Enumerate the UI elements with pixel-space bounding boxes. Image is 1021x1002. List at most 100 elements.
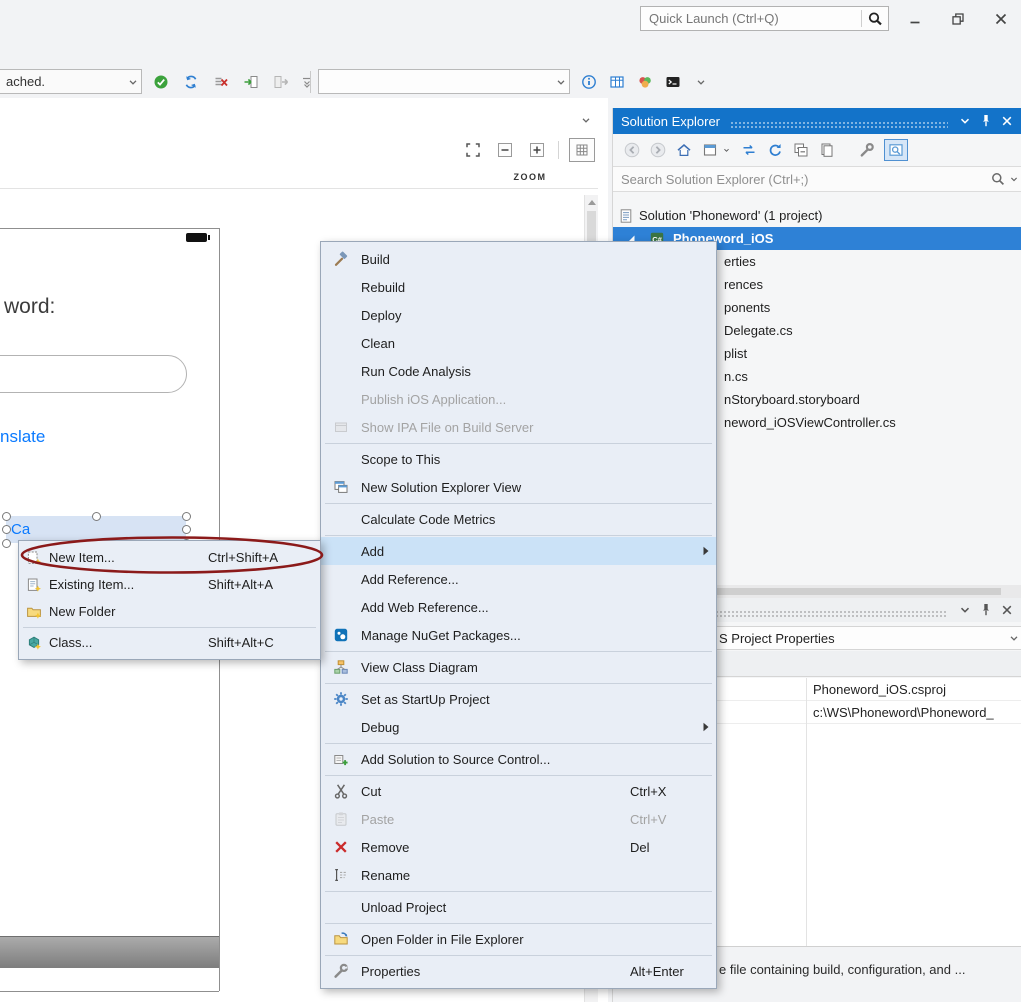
zoom-out-icon[interactable]	[494, 138, 516, 162]
selection-handle[interactable]	[2, 512, 11, 521]
wrench-icon	[321, 963, 361, 979]
copy-page-icon[interactable]	[818, 139, 836, 161]
close-icon[interactable]	[996, 600, 1017, 620]
menu-item-rebuild[interactable]: Rebuild	[321, 273, 716, 301]
tree-item-label: n.cs	[724, 365, 748, 388]
menu-item-clean[interactable]: Clean	[321, 329, 716, 357]
toolbar-overflow-icon[interactable]	[298, 70, 316, 94]
menu-item-new-solution-explorer-view[interactable]: New Solution Explorer View	[321, 473, 716, 501]
zoom-in-icon[interactable]	[526, 138, 548, 162]
wrench-small-icon[interactable]	[858, 139, 876, 161]
toolbar-combo[interactable]	[318, 69, 570, 94]
selection-handle[interactable]	[182, 512, 191, 521]
menu-separator	[325, 891, 712, 892]
dropdown-caret-icon[interactable]	[688, 70, 714, 94]
chevron-down-icon[interactable]	[124, 74, 141, 90]
menu-item-shortcut: Alt+Enter	[630, 964, 696, 979]
minimize-button[interactable]	[901, 8, 929, 30]
tree-item-label: nStoryboard.storyboard	[724, 388, 860, 411]
zoom-label: ZOOM	[470, 172, 590, 182]
menu-item-manage-nuget-packages[interactable]: Manage NuGet Packages...	[321, 621, 716, 649]
selection-handle[interactable]	[92, 512, 101, 521]
menu-item-add[interactable]: Add	[321, 537, 716, 565]
menu-item-label: View Class Diagram	[361, 660, 630, 675]
menu-item-label: Manage NuGet Packages...	[361, 628, 630, 643]
export-item-disabled-icon[interactable]	[268, 70, 294, 94]
preview-selected-icon[interactable]	[884, 139, 908, 161]
scope-icon[interactable]	[701, 139, 719, 161]
menu-item-open-folder-in-file-explorer[interactable]: Open Folder in File Explorer	[321, 925, 716, 953]
status-ok-icon[interactable]	[148, 70, 174, 94]
menu-item-new-folder[interactable]: New Folder	[19, 598, 320, 625]
add-submenu: New Item...Ctrl+Shift+AExisting Item...S…	[18, 540, 321, 660]
close-icon[interactable]	[996, 111, 1017, 131]
chevron-down-icon[interactable]	[954, 111, 975, 131]
chevron-down-icon[interactable]	[578, 112, 594, 128]
chevron-down-icon[interactable]	[1007, 167, 1021, 191]
import-item-icon[interactable]	[238, 70, 264, 94]
quick-launch-box[interactable]: Quick Launch (Ctrl+Q)	[640, 6, 889, 31]
data-grid-icon[interactable]	[604, 70, 630, 94]
sync-active-icon[interactable]	[740, 139, 758, 161]
menu-item-deploy[interactable]: Deploy	[321, 301, 716, 329]
collapse-all-icon[interactable]	[792, 139, 810, 161]
menu-item-properties[interactable]: PropertiesAlt+Enter	[321, 957, 716, 985]
selection-handle[interactable]	[2, 539, 11, 548]
pin-icon[interactable]	[975, 600, 996, 620]
panel-title-text: Solution Explorer	[621, 114, 720, 129]
scope-caret-icon[interactable]	[721, 139, 732, 161]
menu-item-add-solution-to-source-control[interactable]: Add Solution to Source Control...	[321, 745, 716, 773]
chevron-down-icon[interactable]	[1005, 630, 1021, 646]
menu-item-scope-to-this[interactable]: Scope to This	[321, 445, 716, 473]
extension-sphere-icon[interactable]	[632, 70, 658, 94]
info-icon[interactable]	[576, 70, 602, 94]
tree-item-solution-phoneword-1-project[interactable]: Solution 'Phoneword' (1 project)	[613, 204, 1021, 227]
forward-icon[interactable]	[649, 139, 667, 161]
menu-item-view-class-diagram[interactable]: View Class Diagram	[321, 653, 716, 681]
back-icon[interactable]	[623, 139, 641, 161]
tree-item-label: neword_iOSViewController.cs	[724, 411, 896, 434]
selection-handle[interactable]	[2, 525, 11, 534]
selection-handle[interactable]	[182, 525, 191, 534]
fit-screen-icon[interactable]	[462, 138, 484, 162]
menu-item-set-as-startup-project[interactable]: Set as StartUp Project	[321, 685, 716, 713]
menu-item-calculate-code-metrics[interactable]: Calculate Code Metrics	[321, 505, 716, 533]
console-icon[interactable]	[660, 70, 686, 94]
menu-item-cut[interactable]: CutCtrl+X	[321, 777, 716, 805]
menu-item-new-item[interactable]: New Item...Ctrl+Shift+A	[19, 544, 320, 571]
tree-item-label: ponents	[724, 296, 770, 319]
menu-item-shortcut: Ctrl+X	[630, 784, 696, 799]
menu-item-add-reference[interactable]: Add Reference...	[321, 565, 716, 593]
solution-search-box[interactable]: Search Solution Explorer (Ctrl+;)	[613, 166, 1021, 192]
menu-item-label: Deploy	[361, 308, 630, 323]
refresh-small-icon[interactable]	[766, 139, 784, 161]
close-button[interactable]	[986, 8, 1016, 30]
phone-number-field[interactable]	[0, 355, 187, 393]
menu-item-shortcut: Shift+Alt+C	[208, 635, 312, 650]
search-icon[interactable]	[862, 11, 888, 27]
menu-item-label: Add Solution to Source Control...	[361, 752, 630, 767]
chevron-down-icon[interactable]	[552, 74, 569, 90]
menu-item-class[interactable]: Class...Shift+Alt+C	[19, 629, 320, 656]
menu-item-label: Scope to This	[361, 452, 630, 467]
toolbar-separator	[558, 141, 559, 159]
restore-button[interactable]	[944, 8, 972, 30]
menu-item-rename[interactable]: Rename	[321, 861, 716, 889]
menu-item-debug[interactable]: Debug	[321, 713, 716, 741]
device-combo[interactable]: ached.	[0, 69, 142, 94]
clear-list-icon[interactable]	[208, 70, 234, 94]
menu-item-remove[interactable]: RemoveDel	[321, 833, 716, 861]
home-icon[interactable]	[675, 139, 693, 161]
menu-item-add-web-reference[interactable]: Add Web Reference...	[321, 593, 716, 621]
menu-item-unload-project[interactable]: Unload Project	[321, 893, 716, 921]
scrollbar-up-arrow-icon[interactable]	[588, 200, 596, 205]
menu-item-existing-item[interactable]: Existing Item...Shift+Alt+A	[19, 571, 320, 598]
refresh-circle-icon[interactable]	[178, 70, 204, 94]
translate-button[interactable]: nslate	[0, 427, 45, 447]
search-icon[interactable]	[989, 167, 1007, 191]
chevron-down-icon[interactable]	[954, 600, 975, 620]
actual-size-icon[interactable]	[569, 138, 595, 162]
menu-item-build[interactable]: Build	[321, 245, 716, 273]
pin-icon[interactable]	[975, 111, 996, 131]
menu-item-run-code-analysis[interactable]: Run Code Analysis	[321, 357, 716, 385]
